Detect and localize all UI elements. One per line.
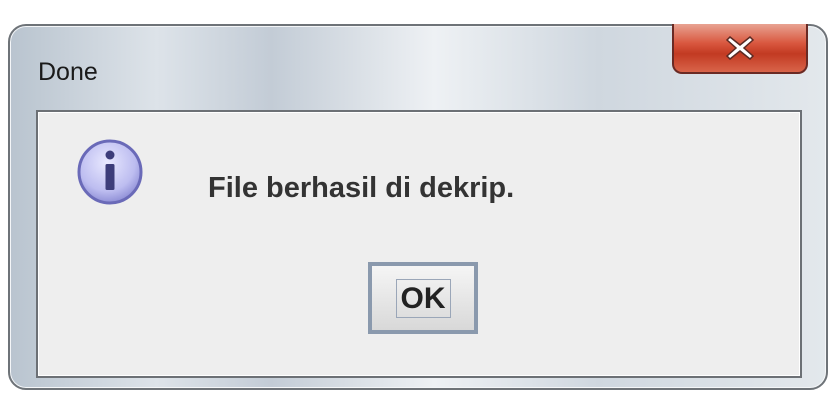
close-icon: [725, 35, 755, 61]
dialog-message: File berhasil di dekrip.: [208, 172, 515, 204]
dialog-content: File berhasil di dekrip. OK: [36, 110, 802, 378]
ok-button[interactable]: OK: [368, 262, 478, 334]
title-bar[interactable]: Done: [10, 24, 826, 106]
message-dialog-window: Done File berhasil di dekrip. OK: [8, 24, 828, 390]
dialog-frame: Done File berhasil di dekrip. OK: [0, 0, 832, 396]
info-icon: [77, 139, 143, 205]
close-button[interactable]: [672, 24, 808, 74]
ok-button-label: OK: [395, 278, 451, 318]
window-title: Done: [38, 58, 98, 86]
